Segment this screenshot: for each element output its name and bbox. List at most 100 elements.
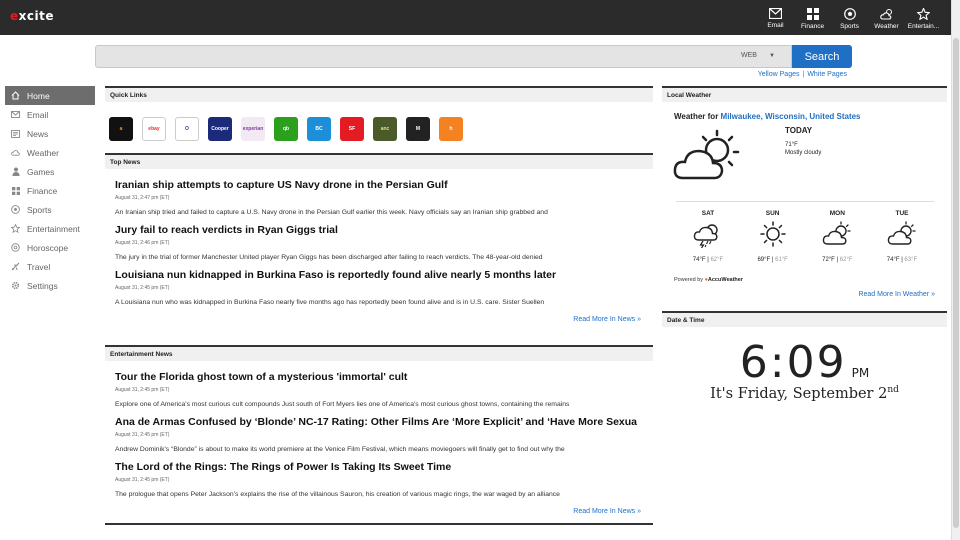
newspaper-icon bbox=[11, 129, 20, 138]
forecast-day-label: MON bbox=[829, 210, 845, 217]
top-nav-email[interactable]: Email bbox=[757, 6, 794, 30]
article-summary: The jury in the trial of former Manchest… bbox=[115, 254, 543, 261]
forecast-temps: 72°F | 62°F bbox=[822, 257, 853, 263]
article-summary: Andrew Dominik's “Blonde” is about to ma… bbox=[115, 446, 565, 453]
white-pages-link[interactable]: White Pages bbox=[807, 71, 847, 78]
quick-link-logo-overstock: O bbox=[185, 126, 189, 132]
sidebar-item-weather[interactable]: Weather bbox=[5, 143, 95, 162]
weather-read-more-link[interactable]: Read More In Weather » bbox=[858, 291, 935, 298]
sidebar-item-settings[interactable]: Settings bbox=[5, 276, 95, 295]
article-date: August 31, 2:45 pm (ET) bbox=[115, 285, 170, 291]
section-divider bbox=[105, 523, 653, 526]
clock-ampm: PM bbox=[851, 366, 870, 380]
sidebar-item-horoscope[interactable]: Horoscope bbox=[5, 238, 95, 257]
thunderstorm-icon bbox=[693, 224, 718, 249]
entertainment-news-title: Entertainment News bbox=[105, 345, 653, 361]
partly-cloudy-icon bbox=[887, 221, 916, 245]
quick-link-mercedes[interactable]: M bbox=[406, 117, 430, 141]
star-icon bbox=[917, 8, 930, 20]
partly-cloudy-icon bbox=[823, 221, 851, 245]
weather-forecast: SAT 74°F | 62°F SUN 69°F | 61°F MON 72°F… bbox=[676, 201, 934, 263]
person-icon bbox=[11, 167, 20, 176]
top-nav-entertainment[interactable]: Entertain... bbox=[905, 6, 942, 30]
quick-link-logo-mercedes: M bbox=[415, 126, 421, 132]
excite-logo[interactable]: excite bbox=[10, 9, 54, 23]
quick-link-experian[interactable]: experian bbox=[241, 117, 265, 141]
sidebar-item-games[interactable]: Games bbox=[5, 162, 95, 181]
scrollbar-thumb[interactable] bbox=[953, 38, 959, 528]
weather-location-line: Weather for Milwaukee, Wisconsin, United… bbox=[674, 112, 861, 121]
quick-link-bluecross[interactable]: BC bbox=[307, 117, 331, 141]
article-headline[interactable]: Louisiana nun kidnapped in Burkina Faso … bbox=[115, 269, 653, 281]
top-bar: excite Email Finance Sports Weather Ente… bbox=[0, 0, 960, 35]
article-date: August 31, 2:45 pm (ET) bbox=[115, 432, 170, 438]
news-article[interactable]: The Lord of the Rings: The Rings of Powe… bbox=[105, 461, 653, 498]
weather-location-link[interactable]: Milwaukee, Wisconsin, United States bbox=[721, 112, 861, 121]
article-date: August 31, 2:46 pm (ET) bbox=[115, 240, 170, 246]
sidebar-item-entertainment[interactable]: Entertainment bbox=[5, 219, 95, 238]
news-article[interactable]: Jury fail to reach verdicts in Ryan Gigg… bbox=[105, 224, 653, 261]
top-nav-finance[interactable]: Finance bbox=[794, 6, 831, 30]
quick-link-logo-hotels: h bbox=[449, 126, 453, 132]
clock-time: 6:09 bbox=[739, 337, 847, 388]
yellow-pages-link[interactable]: Yellow Pages bbox=[758, 71, 800, 78]
quick-link-quickbooks[interactable]: qb bbox=[274, 117, 298, 141]
sidebar-item-finance[interactable]: Finance bbox=[5, 181, 95, 200]
top-news-panel: Top News Iranian ship attempts to captur… bbox=[105, 153, 653, 323]
quick-link-logo-bluecross: BC bbox=[315, 126, 323, 132]
entertainment-news-panel: Entertainment News Tour the Florida ghos… bbox=[105, 345, 653, 526]
article-headline[interactable]: Tour the Florida ghost town of a mysteri… bbox=[115, 371, 653, 383]
article-summary: The prologue that opens Peter Jackson’s … bbox=[115, 491, 560, 498]
search-input[interactable] bbox=[95, 45, 792, 68]
quick-link-hotels[interactable]: h bbox=[439, 117, 463, 141]
top-nav-sports[interactable]: Sports bbox=[831, 6, 868, 30]
page-scrollbar[interactable] bbox=[951, 0, 960, 540]
entertainment-news-read-more-link[interactable]: Read More In News » bbox=[105, 508, 653, 515]
news-article[interactable]: Louisiana nun kidnapped in Burkina Faso … bbox=[105, 269, 653, 306]
horoscope-icon bbox=[11, 243, 20, 252]
article-headline[interactable]: Iranian ship attempts to capture US Navy… bbox=[115, 179, 653, 191]
article-summary: A Louisiana nun who was kidnapped in Bur… bbox=[115, 299, 545, 306]
quick-link-statefarm[interactable]: SF bbox=[340, 117, 364, 141]
gear-icon bbox=[11, 281, 20, 290]
sun-icon bbox=[759, 221, 786, 247]
sidebar-item-email[interactable]: Email bbox=[5, 105, 95, 124]
news-article[interactable]: Tour the Florida ghost town of a mysteri… bbox=[105, 371, 653, 408]
local-weather-panel: Local Weather Weather for Milwaukee, Wis… bbox=[662, 86, 947, 298]
directory-links: Yellow Pages | White Pages bbox=[757, 71, 847, 78]
article-summary: Explore one of America's most curious cu… bbox=[115, 401, 570, 408]
quick-links-panel: Quick Links a ebay O Cooper experian qb BC SF an… bbox=[105, 86, 653, 141]
local-weather-title: Local Weather bbox=[662, 86, 947, 102]
sidebar-item-travel[interactable]: Travel bbox=[5, 257, 95, 276]
quick-link-logo-ancestry: anc bbox=[380, 126, 390, 132]
cloud-icon bbox=[11, 148, 20, 157]
search-button[interactable]: Search bbox=[792, 45, 852, 68]
sidebar-item-sports[interactable]: Sports bbox=[5, 200, 95, 219]
quick-link-ebay[interactable]: ebay bbox=[142, 117, 166, 141]
soccer-ball-icon bbox=[843, 8, 856, 20]
chevron-down-icon: ▼ bbox=[768, 53, 775, 59]
date-time-panel: Date & Time 6:09 PM It's Friday, Septemb… bbox=[662, 311, 947, 402]
date-time-title: Date & Time bbox=[662, 311, 947, 327]
quick-link-logo-amazon: a bbox=[119, 126, 123, 132]
article-headline[interactable]: Ana de Armas Confused by ‘Blonde’ NC-17 … bbox=[115, 416, 653, 428]
search-type-select[interactable]: WEB ▼ bbox=[741, 52, 775, 59]
forecast-temps: 69°F | 61°F bbox=[757, 257, 788, 263]
double-chevron-right-icon: » bbox=[637, 316, 641, 323]
forecast-day-label: SAT bbox=[701, 210, 715, 217]
quick-link-overstock[interactable]: O bbox=[175, 117, 199, 141]
today-condition: Mostly cloudy bbox=[785, 150, 822, 156]
quick-link-cooper[interactable]: Cooper bbox=[208, 117, 232, 141]
forecast-day: SUN 69°F | 61°F bbox=[741, 210, 805, 263]
quick-link-ancestry[interactable]: anc bbox=[373, 117, 397, 141]
sidebar-item-news[interactable]: News bbox=[5, 124, 95, 143]
article-headline[interactable]: Jury fail to reach verdicts in Ryan Gigg… bbox=[115, 224, 653, 236]
top-nav-weather[interactable]: Weather bbox=[868, 6, 905, 30]
news-article[interactable]: Iranian ship attempts to capture US Navy… bbox=[105, 179, 653, 216]
sidebar-item-home[interactable]: Home bbox=[5, 86, 95, 105]
grid-icon bbox=[11, 186, 20, 195]
news-article[interactable]: Ana de Armas Confused by ‘Blonde’ NC-17 … bbox=[105, 416, 653, 453]
top-news-read-more-link[interactable]: Read More In News » bbox=[105, 316, 653, 323]
quick-link-amazon[interactable]: a bbox=[109, 117, 133, 141]
article-headline[interactable]: The Lord of the Rings: The Rings of Powe… bbox=[115, 461, 653, 473]
